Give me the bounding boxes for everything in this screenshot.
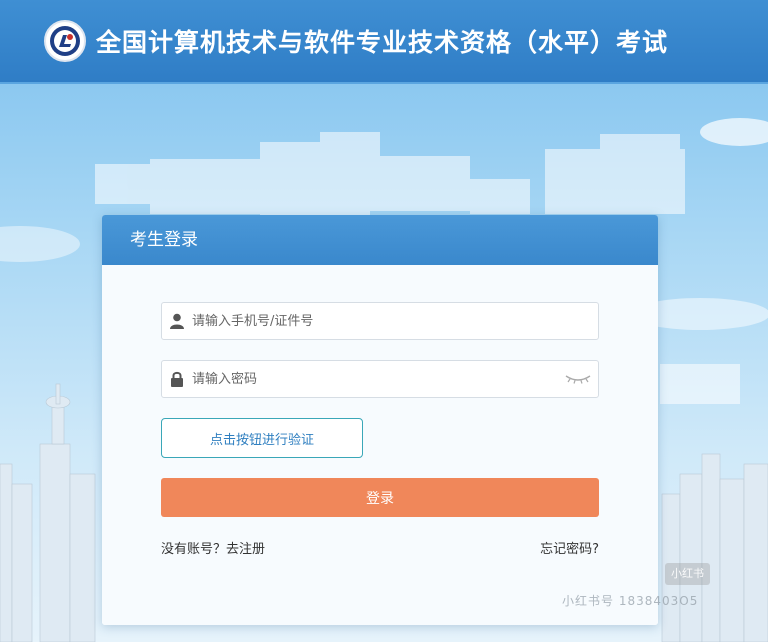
- forgot-password-link[interactable]: 忘记密码?: [540, 538, 599, 557]
- password-input[interactable]: [192, 362, 558, 396]
- verify-button[interactable]: 点击按钮进行验证: [161, 418, 363, 458]
- login-button[interactable]: 登录: [161, 478, 599, 517]
- exam-emblem-icon: [44, 20, 86, 62]
- eye-closed-icon[interactable]: [558, 361, 598, 397]
- login-form: 点击按钮进行验证 登录 没有账号？去注册 忘记密码?: [102, 265, 658, 625]
- login-panel-title: 考生登录: [102, 215, 658, 265]
- site-title: 全国计算机技术与软件专业技术资格（水平）考试: [96, 28, 669, 57]
- watermark-badge: 小红书: [665, 563, 710, 585]
- username-field[interactable]: [161, 302, 599, 340]
- site-header: 全国计算机技术与软件专业技术资格（水平）考试: [0, 0, 768, 84]
- login-panel: 考生登录 请输入手机号/证件号 点击按钮进行验证 登录 没有账号？去注册 忘记密…: [102, 215, 658, 625]
- watermark-text: 小红书号 1838403O5: [562, 594, 699, 608]
- user-icon: [162, 303, 192, 339]
- register-link[interactable]: 没有账号？去注册: [161, 538, 265, 557]
- username-input[interactable]: [192, 304, 598, 338]
- lock-icon: [162, 361, 192, 397]
- password-field[interactable]: [161, 360, 599, 398]
